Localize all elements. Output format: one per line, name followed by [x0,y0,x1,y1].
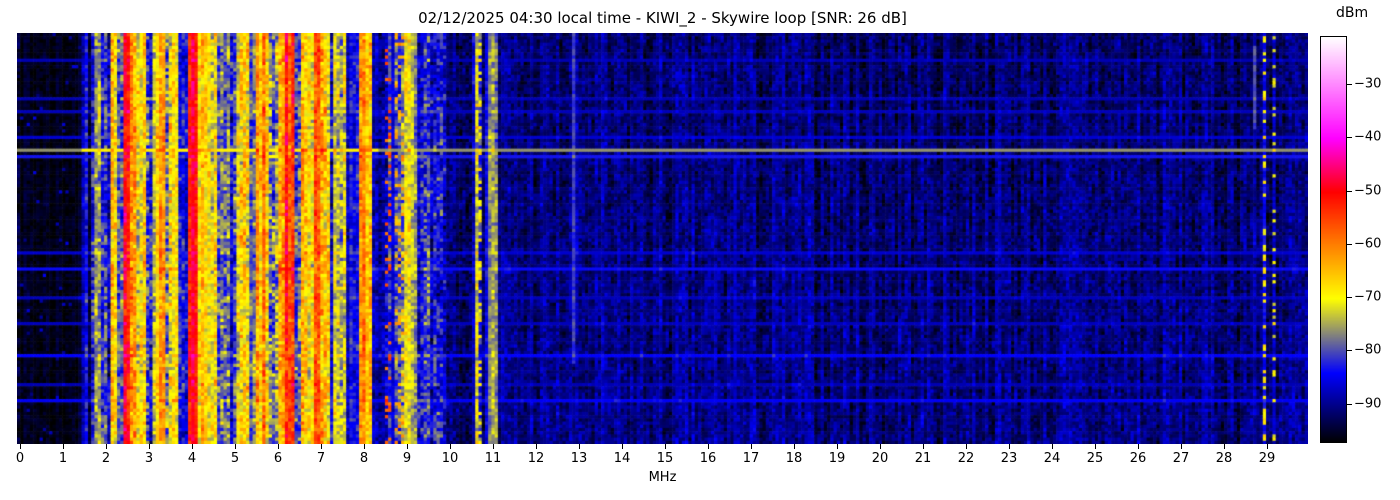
x-tick-mark [278,444,279,449]
x-tick-mark [364,444,365,449]
colorbar-tick-label: −40 [1354,129,1382,145]
x-tick-label: 10 [441,451,459,466]
x-tick-label: 28 [1215,451,1233,466]
x-tick-label: 21 [914,451,932,466]
x-tick-label: 12 [527,451,545,466]
x-tick-mark [1009,444,1010,449]
x-tick-label: 5 [230,451,240,466]
x-tick-mark [63,444,64,449]
spectrogram-figure: 02/12/2025 04:30 local time - KIWI_2 - S… [0,0,1400,500]
x-tick-label: 27 [1172,451,1190,466]
x-tick-label: 4 [187,451,197,466]
colorbar-unit-label: dBm [1336,5,1369,21]
x-tick-mark [192,444,193,449]
x-tick-mark [106,444,107,449]
x-tick-label: 19 [828,451,846,466]
x-tick-mark [407,444,408,449]
x-tick-label: 14 [613,451,631,466]
x-tick-label: 11 [484,451,502,466]
colorbar-tick-mark [1347,83,1352,85]
x-tick-mark [20,444,21,449]
x-tick-mark [579,444,580,449]
x-tick-mark [1224,444,1225,449]
x-tick-label: 6 [273,451,283,466]
x-tick-mark [837,444,838,449]
x-tick-mark [880,444,881,449]
colorbar-tick-label: −80 [1354,342,1382,358]
colorbar-tick-mark [1347,137,1352,139]
x-tick-mark [665,444,666,449]
colorbar-tick-mark [1347,243,1352,245]
x-tick-mark [1095,444,1096,449]
x-tick-mark [493,444,494,449]
chart-title: 02/12/2025 04:30 local time - KIWI_2 - S… [418,9,907,27]
x-tick-label: 13 [570,451,588,466]
colorbar-tick-label: −90 [1354,396,1382,412]
x-tick-mark [1181,444,1182,449]
x-tick-mark [708,444,709,449]
colorbar-tick-mark [1347,190,1352,192]
colorbar-canvas [1320,36,1347,443]
colorbar-tick-label: −70 [1354,289,1382,305]
x-tick-label: 9 [402,451,412,466]
x-axis-label: MHz [648,470,677,485]
x-tick-mark [321,444,322,449]
x-tick-mark [622,444,623,449]
x-tick-label: 0 [15,451,25,466]
x-tick-label: 29 [1258,451,1276,466]
x-tick-mark [751,444,752,449]
x-tick-label: 15 [656,451,674,466]
x-tick-mark [1138,444,1139,449]
x-tick-label: 26 [1129,451,1147,466]
x-tick-mark [235,444,236,449]
x-tick-label: 1 [58,451,68,466]
x-tick-label: 22 [957,451,975,466]
x-tick-mark [149,444,150,449]
colorbar-tick-label: −60 [1354,236,1382,252]
x-tick-label: 7 [316,451,326,466]
x-tick-label: 24 [1043,451,1061,466]
x-tick-mark [536,444,537,449]
x-tick-mark [1267,444,1268,449]
x-tick-label: 20 [871,451,889,466]
x-tick-label: 23 [1000,451,1018,466]
waterfall-canvas [17,33,1308,444]
x-tick-mark [966,444,967,449]
x-tick-label: 8 [359,451,369,466]
x-tick-mark [1052,444,1053,449]
colorbar-tick-label: −30 [1354,76,1382,92]
colorbar-tick-label: −50 [1354,183,1382,199]
x-tick-mark [450,444,451,449]
x-tick-label: 2 [101,451,111,466]
x-tick-label: 18 [785,451,803,466]
x-tick-mark [923,444,924,449]
colorbar-tick-mark [1347,297,1352,299]
colorbar-tick-mark [1347,350,1352,352]
x-tick-label: 16 [699,451,717,466]
x-tick-label: 17 [742,451,760,466]
colorbar-tick-mark [1347,403,1352,405]
x-tick-mark [794,444,795,449]
x-tick-label: 25 [1086,451,1104,466]
x-tick-label: 3 [144,451,154,466]
